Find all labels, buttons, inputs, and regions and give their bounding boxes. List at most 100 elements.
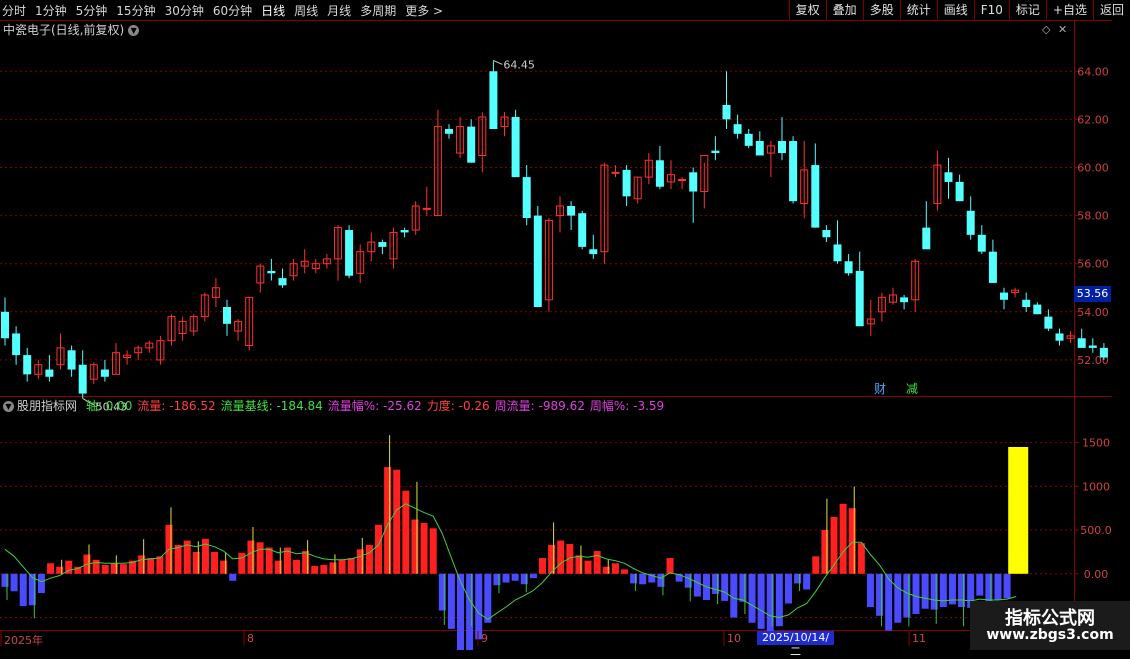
flow-bar	[912, 573, 920, 615]
indicator-tick-label: 0.00	[1084, 568, 1109, 581]
indicator-field-4: 力度: -0.26	[426, 399, 490, 413]
watermark-url: www.zbgs3.com	[986, 627, 1114, 643]
flow-bar	[839, 503, 847, 574]
flow-bar	[92, 559, 100, 574]
candle-body	[345, 230, 354, 276]
flow-bar	[1003, 573, 1011, 599]
flow-bar	[47, 563, 55, 574]
candle-body	[1022, 299, 1031, 307]
flow-bar	[921, 573, 929, 609]
candle-body	[844, 261, 853, 274]
high-pointer	[493, 59, 503, 65]
flow-bar	[894, 573, 902, 623]
candle-body	[533, 215, 542, 307]
flow-bar	[10, 573, 18, 592]
flow-bar	[757, 573, 765, 629]
candle-body	[711, 150, 720, 154]
right-scrollbar[interactable]	[1112, 20, 1130, 630]
candle-body	[278, 278, 287, 286]
reduce-marker: 减	[906, 382, 918, 396]
indicator-field-1: 流量: -186.52	[137, 399, 216, 413]
flow-bar	[1008, 446, 1029, 574]
flow-bar	[538, 558, 546, 574]
flow-bar	[748, 573, 756, 623]
candle-body	[23, 355, 32, 375]
candle-body	[511, 116, 520, 178]
flow-bar	[976, 573, 984, 596]
candle-body	[966, 210, 975, 235]
candle-body	[988, 251, 997, 283]
flow-bar	[402, 490, 410, 574]
flow-bar	[37, 573, 45, 594]
candle-body	[378, 242, 387, 247]
flow-bar	[857, 543, 865, 574]
candle-body	[589, 249, 598, 255]
candle-body	[922, 227, 931, 250]
candle-body	[1, 311, 9, 339]
candle-body	[489, 71, 498, 129]
candle-body	[1077, 338, 1086, 348]
indicator-name[interactable]: 股朋指标网	[17, 399, 77, 413]
candle-body	[467, 126, 476, 163]
candle-body	[1000, 292, 1008, 300]
high-price-label: 64.45	[503, 58, 535, 71]
indicator-field-0: 轴: 0.00	[85, 399, 133, 413]
indicator-field-2: 流量基线: -184.84	[220, 399, 323, 413]
flow-bar	[939, 573, 947, 608]
flow-bar	[119, 564, 127, 574]
candle-body	[755, 141, 764, 156]
price-tick-label: 54.00	[1077, 306, 1109, 319]
candle-body	[944, 172, 953, 182]
flow-bar	[320, 565, 328, 574]
indicator-menu-icon[interactable]: ▼	[3, 401, 14, 412]
candle-body	[833, 244, 842, 262]
candle-body	[744, 133, 753, 146]
flow-bar	[593, 551, 601, 574]
candle-body	[689, 172, 698, 192]
flow-bar	[293, 559, 301, 574]
flow-bar	[775, 573, 783, 627]
price-tick-label: 58.00	[1077, 210, 1109, 223]
candle-body	[422, 207, 431, 210]
x-axis-label-4: 11	[912, 632, 926, 645]
flow-bar	[803, 573, 811, 590]
candle-body	[1055, 333, 1064, 341]
x-axis-label-1: 8	[247, 632, 254, 645]
flow-bar	[19, 573, 27, 607]
candle-body	[567, 205, 576, 216]
price-tick-label: 62.00	[1077, 113, 1109, 126]
flow-bar	[994, 573, 1002, 601]
candle-body	[722, 104, 731, 120]
flow-bar	[311, 565, 319, 574]
flow-bar	[693, 573, 701, 597]
flow-bar	[447, 573, 455, 629]
flow-bar	[620, 569, 628, 574]
x-axis-label-2: 9	[481, 632, 488, 645]
candle-body	[733, 124, 742, 134]
candle-body	[67, 350, 76, 370]
candle-body	[811, 165, 820, 228]
price-tick-label: 60.00	[1077, 161, 1109, 174]
flow-bar	[101, 565, 109, 574]
flow-bar	[721, 573, 729, 601]
flow-bar	[338, 559, 346, 574]
candle-body	[12, 333, 21, 356]
candle-body	[400, 230, 409, 233]
last-price-badge: 53.56	[1074, 286, 1111, 302]
flow-bar	[174, 544, 182, 574]
flow-bar	[557, 540, 565, 574]
flow-bar	[238, 552, 246, 574]
flow-bar	[347, 558, 355, 574]
candle-body	[1033, 304, 1042, 315]
candle-body	[955, 181, 964, 202]
flow-bar	[639, 573, 647, 585]
candle-body	[778, 141, 786, 154]
candle-body	[900, 297, 909, 303]
chart-canvas[interactable]: 64.0062.0060.0058.0056.0054.0052.0015001…	[0, 0, 1130, 650]
flow-bar	[529, 573, 537, 579]
flow-bar	[511, 573, 519, 581]
x-axis-label-0: 2025年	[4, 634, 43, 647]
indicator-field-5: 周流量: -989.62	[494, 399, 585, 413]
candle-body	[1088, 345, 1097, 348]
flow-bar	[420, 523, 428, 574]
